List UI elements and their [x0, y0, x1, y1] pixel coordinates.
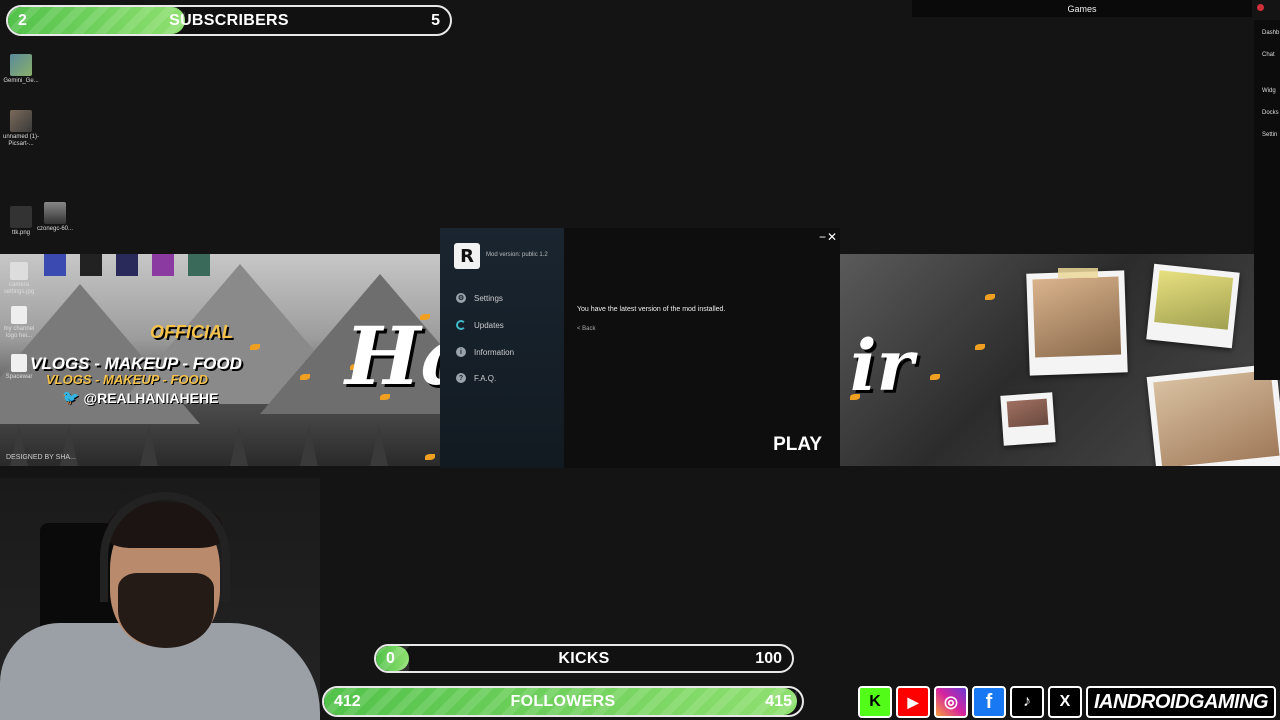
play-button[interactable]: PLAY [773, 434, 822, 456]
menu-item-updates[interactable]: Updates [456, 320, 504, 330]
info-icon: i [456, 347, 466, 357]
image-file-icon [188, 254, 210, 276]
kicks-goal-bar: 0 KICKS 100 [374, 644, 794, 673]
image-file-icon [10, 54, 32, 76]
followers-label: FOLLOWERS [510, 692, 616, 710]
desktop-icon-gemini[interactable]: Gemini_Ge... [0, 54, 42, 85]
refresh-icon [456, 320, 466, 330]
followers-goal-bar: 412 FOLLOWERS 415 [322, 686, 804, 717]
games-tab[interactable]: Games [912, 0, 1252, 17]
update-status-message: You have the latest version of the mod i… [577, 306, 726, 313]
polaroid-photo [1026, 270, 1128, 376]
side-item-widgets[interactable]: Widg [1262, 88, 1276, 94]
banner-big-script: Ha [345, 309, 440, 403]
document-file-icon [11, 306, 27, 324]
launcher-sidebar: R Mod version: public 1.2 ⚙ Settings Upd… [440, 228, 564, 468]
image-file-icon [10, 110, 32, 132]
kick-icon[interactable]: K [858, 686, 892, 718]
desktop-icon-unnamed[interactable]: unnamed (1)-Picsart-... [0, 110, 42, 148]
channel-banner-left: camera settings.jpg my channel logo hei.… [0, 254, 440, 466]
banner-credit: DESIGNED BY SHA... [6, 454, 76, 461]
menu-item-settings[interactable]: ⚙ Settings [456, 293, 503, 303]
side-item-dashboard[interactable]: Dashb [1262, 30, 1279, 36]
instagram-icon[interactable]: ◎ [934, 686, 968, 718]
launcher-logo: R [454, 243, 480, 269]
social-handle: IANDROIDGAMING [1086, 686, 1277, 718]
channel-banner-right: ir [840, 254, 1280, 466]
x-icon[interactable]: X [1048, 686, 1082, 718]
banner-tagline-echo: VLOGS - MAKEUP - FOOD [46, 372, 209, 387]
subscribers-goal: 5 [431, 11, 440, 29]
back-link[interactable]: < Back [577, 326, 596, 332]
document-file-icon [11, 354, 27, 372]
close-button[interactable]: ✕ [827, 230, 837, 244]
image-file-icon [10, 206, 32, 228]
facebook-icon[interactable]: f [972, 686, 1006, 718]
social-links: K ▶ ◎ f ♪ X IANDROIDGAMING [858, 686, 1277, 718]
followers-goal: 415 [765, 692, 792, 710]
banner-twitter-handle: 🐦 @REALHANIAHEHE [62, 389, 219, 406]
tiktok-icon[interactable]: ♪ [1010, 686, 1044, 718]
headset [100, 492, 230, 602]
twitter-icon: 🐦 [62, 389, 80, 405]
mod-version: Mod version: public 1.2 [486, 252, 548, 258]
mod-launcher-window: R Mod version: public 1.2 ⚙ Settings Upd… [440, 228, 840, 468]
menu-item-faq[interactable]: ? F.A.Q. [456, 373, 496, 383]
menu-item-information[interactable]: i Information [456, 347, 514, 357]
desktop-icon-channel-logo[interactable]: my channel logo hei... [0, 306, 40, 340]
desktop-icon-camera-settings[interactable]: camera settings.jpg [0, 262, 40, 296]
dashboard-side-panel: Dashb Chat Widg Docks Settin [1254, 20, 1280, 380]
question-icon: ? [456, 373, 466, 383]
subscribers-label: SUBSCRIBERS [169, 11, 289, 29]
audio-file-icon [152, 254, 174, 276]
image-file-icon [80, 254, 102, 276]
image-file-icon [44, 254, 66, 276]
kicks-goal: 100 [755, 649, 782, 667]
minimize-button[interactable]: − [819, 230, 826, 244]
polaroid-photo [1000, 392, 1056, 446]
desktop-icon-czonegc[interactable]: czonegc-60... [34, 202, 76, 233]
banner-tagline: VLOGS - MAKEUP - FOOD [30, 354, 242, 373]
image-file-icon [116, 254, 138, 276]
record-indicator-icon [1257, 4, 1264, 11]
desktop-icon-row[interactable] [44, 254, 210, 276]
gear-icon: ⚙ [456, 293, 466, 303]
webcam-feed [0, 478, 320, 720]
kicks-label: KICKS [558, 649, 610, 667]
side-item-settings[interactable]: Settin [1262, 132, 1277, 138]
youtube-icon[interactable]: ▶ [896, 686, 930, 718]
image-file-icon [44, 202, 66, 224]
polaroid-photo [1146, 263, 1240, 349]
image-file-icon [10, 262, 28, 280]
side-item-chat[interactable]: Chat [1262, 52, 1275, 58]
side-item-docks[interactable]: Docks [1262, 110, 1279, 116]
subscribers-goal-bar: 2 SUBSCRIBERS 5 [6, 5, 452, 36]
banner-channel-name: OFFICIAL [150, 322, 233, 342]
